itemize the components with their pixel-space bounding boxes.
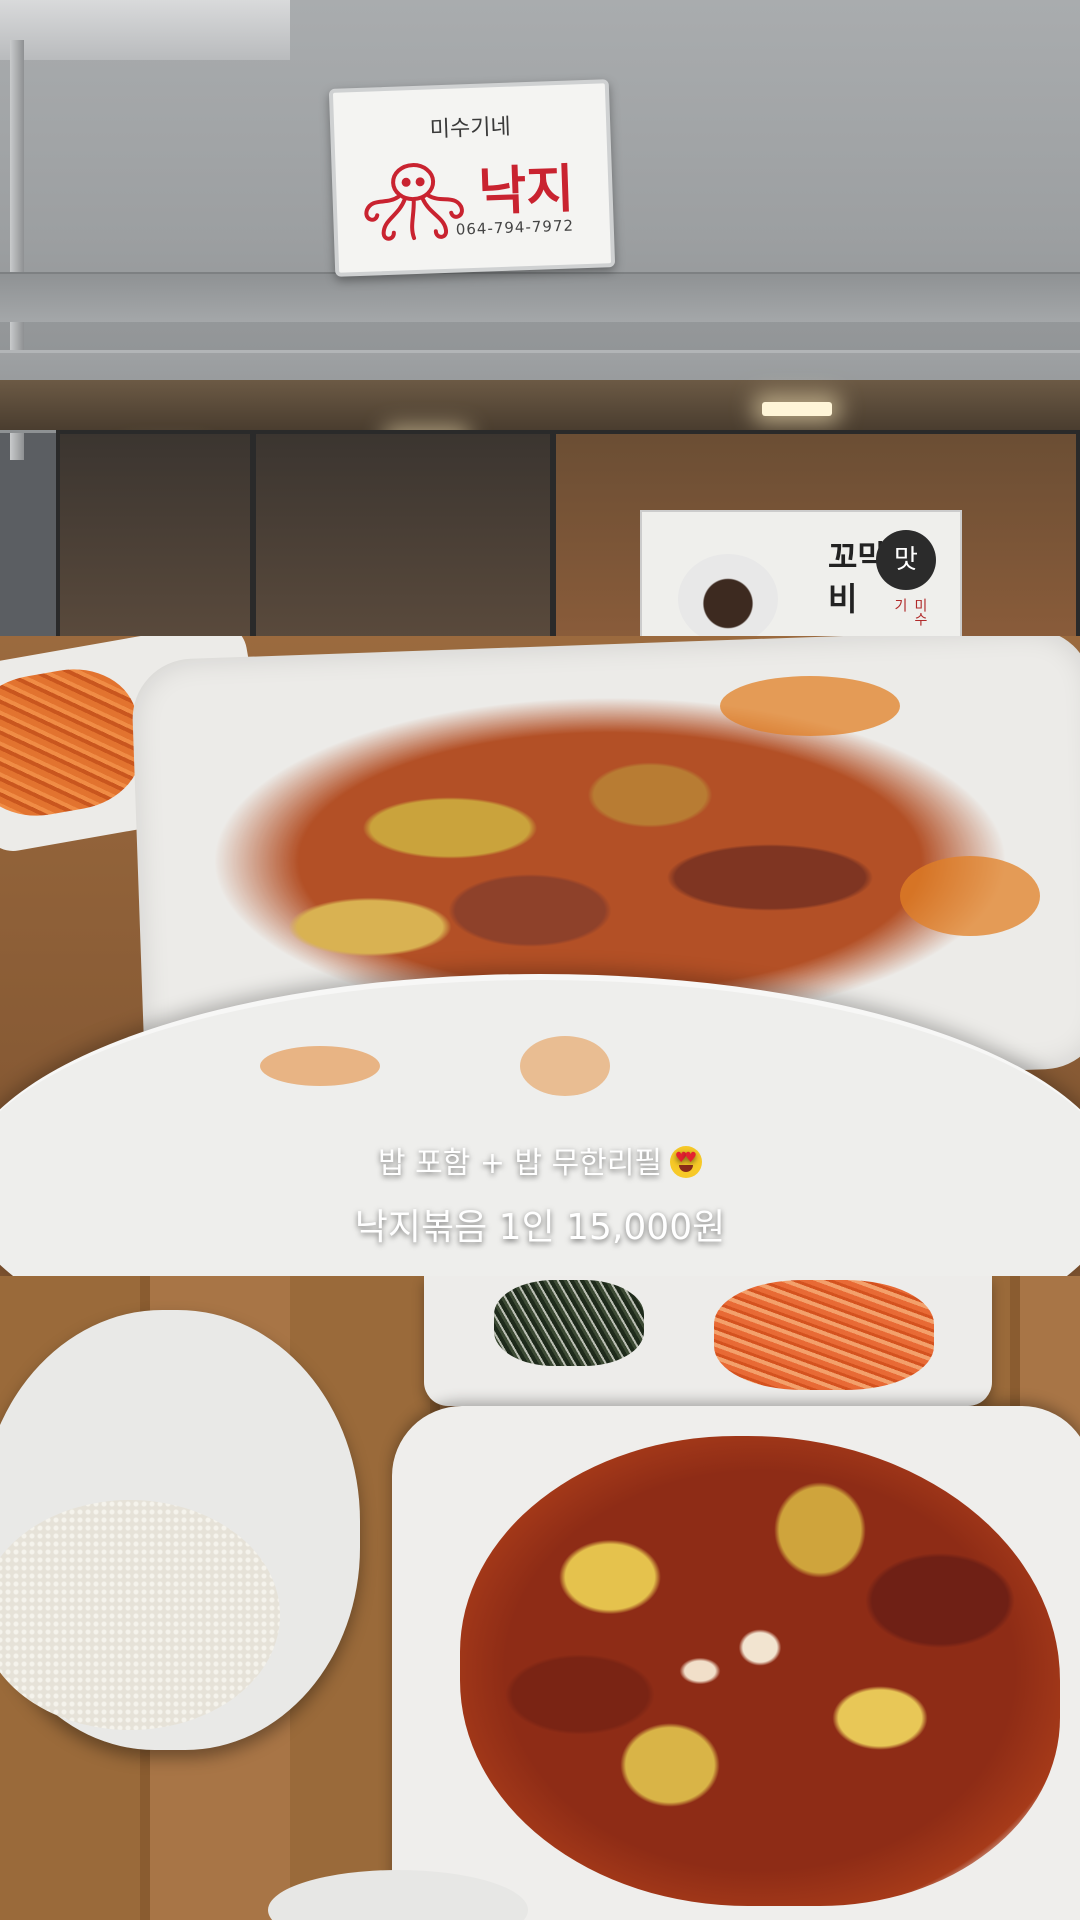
sky: [0, 0, 290, 60]
sauce-smear: [260, 1046, 380, 1086]
pickled-radish: [714, 1280, 934, 1390]
poster-dish-image: [678, 554, 778, 636]
poster-subtitle: 미수기: [892, 598, 928, 626]
storefront-photo: 미수기네 낙지 064-794-7972 꼬막비 맛 미수기: [0, 0, 1080, 636]
sauce-smear: [720, 676, 900, 736]
sign-phone-number: 064-794-7972: [455, 216, 575, 239]
menu-poster: 꼬막비 맛 미수기: [640, 510, 962, 636]
octopus-icon: [364, 163, 464, 241]
eaten-plate-photo: 밥 포함 + 밥 무한리필 낙지볶음 1인 15,000원: [0, 636, 1080, 1276]
restaurant-sign: 미수기네 낙지 064-794-7972: [328, 79, 616, 277]
sign-name-top: 미수기네: [429, 114, 512, 143]
full-plate-photo: [0, 1276, 1080, 1920]
side-dish-plate: [424, 1276, 992, 1406]
pickled-radish: [0, 658, 151, 827]
seasoned-seaweed: [494, 1280, 644, 1366]
caption-line-1: 밥 포함 + 밥 무한리필: [0, 1138, 1080, 1182]
caption-line-2: 낙지볶음 1인 15,000원: [354, 1207, 726, 1248]
heart-eyes-emoji-icon: [670, 1146, 703, 1178]
entrance-canopy: [0, 380, 1080, 430]
rice-bowl: [0, 1310, 360, 1750]
wall-ledge: [0, 272, 1080, 322]
ceiling-lamp: [762, 402, 832, 416]
sauce-smear: [900, 856, 1040, 936]
steamed-rice: [0, 1500, 280, 1730]
poster-badge: 맛: [876, 530, 936, 590]
storefront-door: [252, 430, 554, 636]
storefront-window: [56, 430, 254, 636]
caption-line-1-text: 밥 포함 + 밥 무한리필: [377, 1146, 663, 1181]
sauce-smear: [520, 1036, 610, 1096]
sign-name-main: 낙지: [477, 159, 576, 223]
